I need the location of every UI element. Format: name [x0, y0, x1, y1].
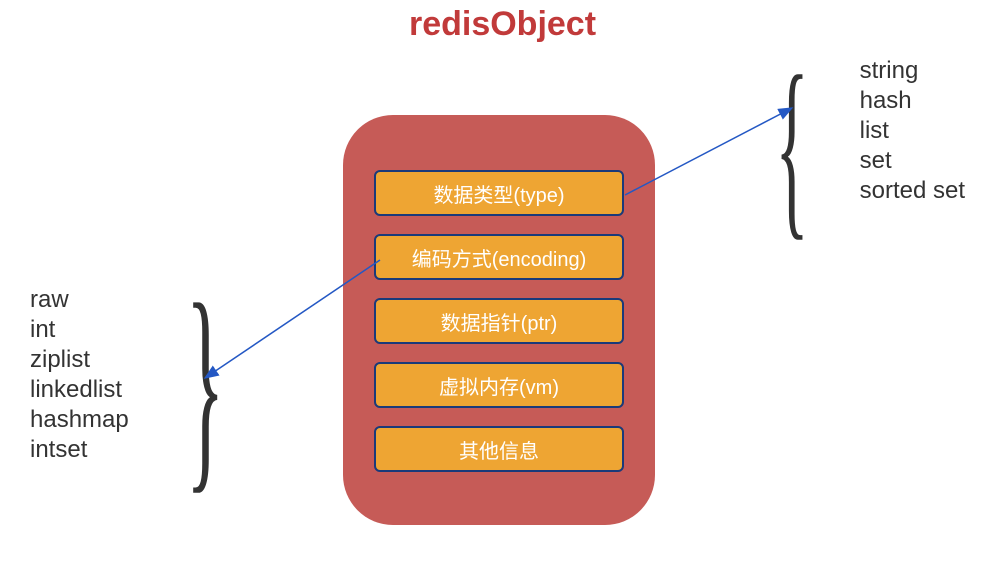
encoding-value: intset	[30, 435, 129, 465]
encoding-value: raw	[30, 285, 129, 315]
type-value: sorted set	[860, 176, 965, 206]
field-type: 数据类型(type)	[374, 170, 624, 216]
field-encoding: 编码方式(encoding)	[374, 234, 624, 280]
type-value: set	[860, 146, 965, 176]
encoding-value: int	[30, 315, 129, 345]
redis-object-container: 数据类型(type) 编码方式(encoding) 数据指针(ptr) 虚拟内存…	[343, 115, 655, 525]
encoding-value: linkedlist	[30, 375, 129, 405]
brace-left-icon: }	[186, 252, 225, 517]
brace-right-icon: {	[775, 32, 809, 261]
type-value: string	[860, 56, 965, 86]
type-value: hash	[860, 86, 965, 116]
encoding-value: hashmap	[30, 405, 129, 435]
encoding-values-list: raw int ziplist linkedlist hashmap intse…	[30, 285, 129, 465]
encoding-value: ziplist	[30, 345, 129, 375]
diagram-title: redisObject	[409, 5, 596, 44]
field-other: 其他信息	[374, 426, 624, 472]
type-values-list: string hash list set sorted set	[860, 56, 965, 206]
field-ptr: 数据指针(ptr)	[374, 298, 624, 344]
type-value: list	[860, 116, 965, 146]
field-vm: 虚拟内存(vm)	[374, 362, 624, 408]
